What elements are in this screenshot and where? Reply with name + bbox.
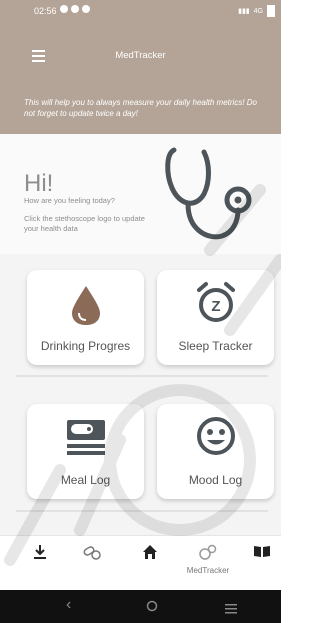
mood-log-card[interactable]: Mood Log bbox=[157, 404, 274, 499]
card-label: Drinking Progres bbox=[40, 339, 131, 353]
greeting-section: Hi! How are you feeling today? Click the… bbox=[0, 134, 281, 254]
app-screen: 02:56 ▮▮▮ 4G MedTracker This will help y… bbox=[0, 0, 281, 623]
notification-icon bbox=[60, 5, 68, 13]
bottom-nav: MedTracker bbox=[0, 535, 281, 591]
divider bbox=[16, 375, 268, 377]
nav-medtracker[interactable]: MedTracker bbox=[185, 544, 231, 575]
drinking-progress-card[interactable]: Drinking Progres bbox=[27, 270, 144, 365]
smiley-icon bbox=[196, 417, 235, 455]
status-notification-icons bbox=[60, 5, 90, 13]
back-icon[interactable]: ‹ bbox=[66, 596, 71, 614]
stethoscope-icon[interactable] bbox=[160, 144, 260, 244]
greeting-subtitle: How are you feeling today? bbox=[24, 196, 115, 205]
card-label: Sleep Tracker bbox=[178, 339, 253, 353]
nav-download[interactable] bbox=[20, 544, 60, 565]
svg-text:Z: Z bbox=[211, 298, 220, 315]
app-bar: MedTracker bbox=[0, 22, 281, 90]
home-button-icon[interactable] bbox=[146, 599, 158, 617]
status-right: ▮▮▮ 4G bbox=[238, 5, 275, 17]
notification-icon bbox=[71, 5, 79, 13]
greeting-title: Hi! bbox=[24, 170, 54, 197]
notification-icon bbox=[82, 5, 90, 13]
divider bbox=[16, 510, 268, 512]
signal-icon: ▮▮▮ bbox=[238, 8, 250, 15]
battery-icon bbox=[267, 5, 275, 17]
nav-book[interactable] bbox=[242, 544, 281, 563]
network-type: 4G bbox=[253, 7, 263, 15]
card-label: Meal Log bbox=[60, 473, 111, 487]
info-banner: This will help you to always measure you… bbox=[0, 90, 281, 134]
download-icon bbox=[34, 545, 46, 559]
sleep-tracker-card[interactable]: Z Sleep Tracker bbox=[157, 270, 274, 365]
medtracker-icon bbox=[199, 544, 217, 560]
banner-text: This will help you to always measure you… bbox=[24, 98, 257, 118]
water-drop-icon bbox=[71, 286, 100, 325]
card-label: Mood Log bbox=[188, 473, 243, 487]
pills-icon bbox=[83, 546, 101, 560]
system-navigation-bar: ‹ bbox=[0, 590, 281, 623]
alarm-clock-icon: Z bbox=[196, 282, 235, 322]
recents-icon[interactable] bbox=[225, 601, 237, 619]
nav-pills[interactable] bbox=[72, 544, 112, 567]
meal-log-card[interactable]: Meal Log bbox=[27, 404, 144, 499]
meal-icon bbox=[66, 420, 105, 455]
home-icon bbox=[143, 545, 157, 559]
nav-label: MedTracker bbox=[186, 566, 230, 575]
app-title: MedTracker bbox=[115, 50, 166, 61]
nav-home[interactable] bbox=[130, 544, 170, 565]
book-icon bbox=[254, 546, 270, 557]
status-bar: 02:56 ▮▮▮ 4G bbox=[0, 0, 281, 22]
greeting-hint: Click the stethoscope logo to update you… bbox=[24, 214, 145, 233]
status-time: 02:56 bbox=[34, 6, 57, 16]
